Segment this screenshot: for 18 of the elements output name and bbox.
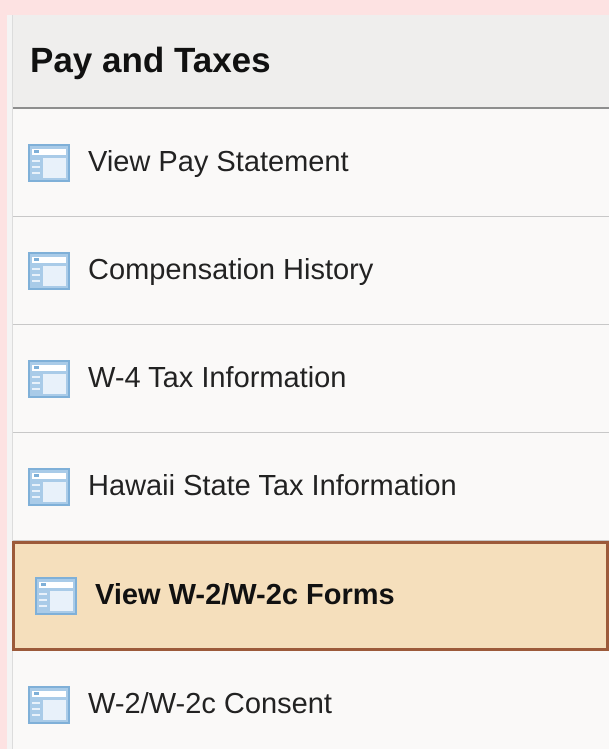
- menu-item[interactable]: W-2/W-2c Consent: [13, 651, 609, 749]
- menu-item-label: Hawaii State Tax Information: [88, 468, 457, 504]
- page-icon: [28, 468, 70, 506]
- menu-item-label: W-2/W-2c Consent: [88, 686, 332, 722]
- page-icon: [28, 252, 70, 290]
- menu-item-label: View W-2/W-2c Forms: [95, 578, 395, 614]
- page-icon: [28, 144, 70, 182]
- menu-item[interactable]: View W-2/W-2c Forms: [12, 541, 609, 651]
- page-icon: [35, 577, 77, 615]
- menu-item-label: View Pay Statement: [88, 144, 349, 180]
- page-icon: [28, 686, 70, 724]
- menu-item-label: W-4 Tax Information: [88, 360, 346, 396]
- menu-item[interactable]: Compensation History: [13, 217, 609, 325]
- menu-item-label: Compensation History: [88, 252, 374, 288]
- menu-item[interactable]: View Pay Statement: [13, 109, 609, 217]
- panel-title: Pay and Taxes: [30, 40, 271, 82]
- menu-item[interactable]: W-4 Tax Information: [13, 325, 609, 433]
- page-icon: [28, 360, 70, 398]
